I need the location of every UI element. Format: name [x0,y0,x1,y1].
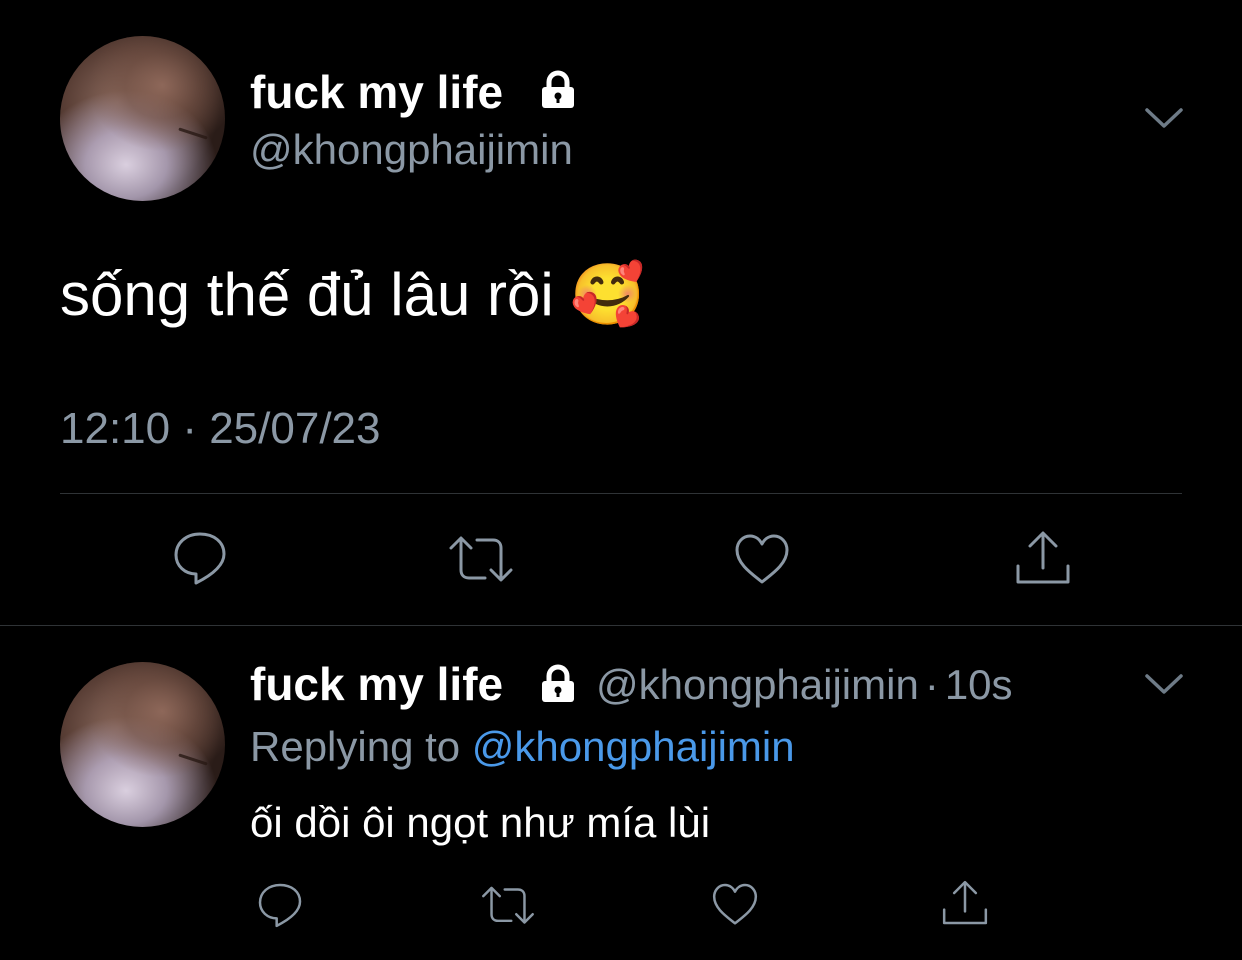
tweet-text: sống thế đủ lâu rồi 🥰 [60,258,645,332]
chevron-down-icon[interactable] [1144,672,1184,696]
heart-icon[interactable] [710,880,760,930]
chevron-down-icon[interactable] [1144,106,1184,130]
lock-icon [542,664,574,702]
smiling-face-with-hearts-emoji: 🥰 [570,260,646,330]
reply-handle[interactable]: @khongphaijimin [596,661,919,708]
lock-icon [542,70,574,108]
separator: · [924,661,939,708]
replying-to-handle-link[interactable]: @khongphaijimin [472,723,795,770]
divider [0,625,1242,626]
avatar[interactable] [60,36,225,201]
share-icon[interactable] [940,878,990,928]
reply-text: ối dồi ôi ngọt như mía lùi [250,799,711,846]
retweet-icon[interactable] [447,530,515,590]
heart-icon[interactable] [732,530,792,590]
reply-display-name[interactable]: fuck my life [250,656,503,712]
divider [60,493,1182,494]
handle[interactable]: @khongphaijimin [250,124,573,176]
reply-meta: @khongphaijimin · 10s [596,658,1013,712]
reply-icon[interactable] [170,528,230,588]
reply-time[interactable]: 10s [945,661,1013,708]
tweet-text-body: sống thế đủ lâu rồi [60,261,554,328]
reply-icon[interactable] [255,880,305,930]
tweet-timestamp[interactable]: 12:10 · 25/07/23 [60,402,380,456]
display-name[interactable]: fuck my life [250,64,503,120]
retweet-icon[interactable] [480,881,536,931]
replying-to-label: Replying to [250,723,461,770]
avatar-photo [60,662,225,827]
avatar-photo [60,36,225,201]
share-icon[interactable] [1013,528,1073,588]
reply-avatar[interactable] [60,662,225,827]
replying-to-line: Replying to @khongphaijimin [250,720,795,774]
